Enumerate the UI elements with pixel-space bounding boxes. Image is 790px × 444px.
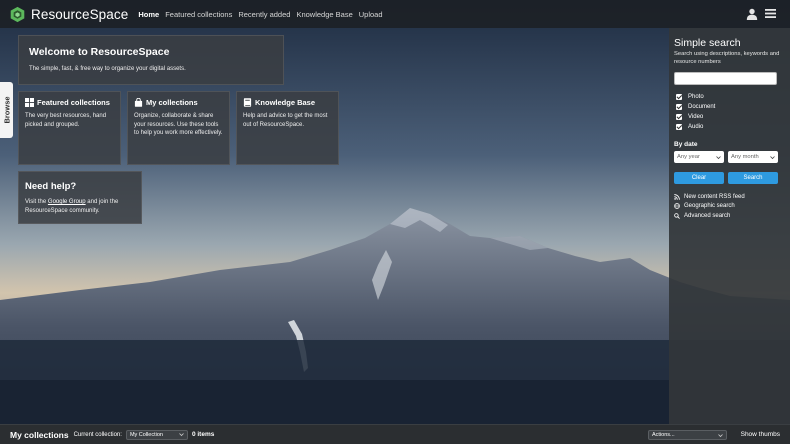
nav-home[interactable]: Home	[138, 10, 159, 19]
rss-feed-link[interactable]: New content RSS feed	[674, 192, 785, 202]
month-select-value: Any month	[731, 154, 759, 160]
nav-recently-added[interactable]: Recently added	[238, 10, 290, 19]
clear-button[interactable]: Clear	[674, 172, 724, 184]
welcome-panel: Welcome to ResourceSpace The simple, fas…	[18, 35, 284, 85]
rss-feed-label: New content RSS feed	[684, 193, 745, 200]
actions-select-value: Actions...	[652, 432, 675, 438]
my-collections-heading: My collections	[134, 98, 223, 107]
collection-bar: My collections Current collection: My Co…	[0, 424, 790, 444]
simple-search-description: Search using descriptions, keywords and …	[674, 51, 780, 65]
type-video-checkbox[interactable]: Video	[676, 112, 785, 122]
welcome-title: Welcome to ResourceSpace	[29, 46, 170, 58]
rss-icon	[674, 193, 680, 200]
geographic-search-label: Geographic search	[684, 203, 735, 210]
current-collection-select[interactable]: My Collection	[125, 429, 188, 440]
user-icon[interactable]	[746, 8, 758, 20]
collection-item-count: 0 items	[191, 431, 215, 438]
featured-collections-heading: Featured collections	[25, 98, 114, 107]
welcome-text: The simple, fast, & free way to organize…	[29, 66, 186, 72]
knowledge-base-text: Help and advice to get the most out of R…	[243, 113, 328, 128]
knowledge-base-tile[interactable]: Knowledge Base Help and advice to get th…	[236, 91, 339, 165]
date-selects: Any year Any month	[674, 151, 778, 163]
main-nav: Home Featured collections Recently added…	[138, 10, 388, 19]
checkbox-checked[interactable]	[676, 104, 682, 110]
menu-icon[interactable]	[765, 8, 776, 19]
browse-tab[interactable]: Browse	[0, 82, 13, 138]
chevron-down-icon	[718, 433, 723, 437]
browse-tab-label: Browse	[2, 96, 11, 124]
show-thumbs-toggle[interactable]: Show thumbs	[741, 431, 780, 438]
year-select[interactable]: Any year	[674, 151, 724, 163]
checkbox-checked[interactable]	[676, 114, 682, 120]
type-audio-label: Audio	[688, 124, 704, 130]
type-photo-label: Photo	[688, 94, 704, 100]
type-document-label: Document	[688, 104, 716, 110]
grid-icon	[25, 98, 34, 107]
type-document-checkbox[interactable]: Document	[676, 102, 785, 112]
featured-collections-title: Featured collections	[37, 98, 110, 107]
my-collections-tile[interactable]: My collections Organize, collaborate & s…	[127, 91, 230, 165]
my-collections-title: My collections	[146, 98, 198, 107]
type-video-label: Video	[688, 114, 704, 120]
knowledge-base-heading: Knowledge Base	[243, 98, 332, 107]
current-collection-label: Current collection:	[73, 431, 122, 438]
need-help-panel: Need help? Visit the Google Group and jo…	[18, 171, 142, 224]
simple-search-panel: Simple search Search using descriptions,…	[669, 28, 790, 424]
type-photo-checkbox[interactable]: Photo	[676, 92, 785, 102]
book-icon	[243, 98, 252, 107]
checkbox-checked[interactable]	[676, 124, 682, 130]
nav-upload[interactable]: Upload	[359, 10, 383, 19]
search-button[interactable]: Search	[728, 172, 778, 184]
advanced-search-link[interactable]: Advanced search	[674, 211, 785, 221]
google-group-link[interactable]: Google Group	[48, 199, 86, 205]
current-collection-value: My Collection	[129, 431, 163, 438]
geographic-search-link[interactable]: Geographic search	[674, 202, 785, 212]
actions-select[interactable]: Actions...	[648, 430, 727, 440]
search-buttons: Clear Search	[674, 172, 778, 184]
featured-collections-text: The very best resources, hand picked and…	[25, 113, 107, 128]
need-help-text-before: Visit the	[25, 199, 48, 205]
by-date-label: By date	[674, 141, 698, 148]
chevron-down-icon	[179, 433, 184, 437]
checkbox-checked[interactable]	[676, 94, 682, 100]
top-header: ResourceSpace Home Featured collections …	[0, 0, 790, 28]
nav-featured-collections[interactable]: Featured collections	[165, 10, 232, 19]
simple-search-title: Simple search	[674, 37, 741, 49]
knowledge-base-title: Knowledge Base	[255, 98, 316, 107]
logo-text: ResourceSpace	[31, 6, 129, 22]
search-input[interactable]	[674, 72, 777, 85]
year-select-value: Any year	[677, 154, 700, 160]
search-icon	[674, 212, 680, 219]
globe-icon	[674, 203, 680, 210]
logo[interactable]: ResourceSpace	[9, 6, 128, 23]
need-help-title: Need help?	[25, 181, 77, 192]
advanced-search-label: Advanced search	[684, 212, 731, 219]
shopping-bag-icon	[134, 98, 143, 107]
logo-icon	[10, 6, 25, 22]
chevron-down-icon	[770, 155, 775, 159]
need-help-text: Visit the Google Group and join the Reso…	[25, 198, 135, 215]
month-select[interactable]: Any month	[728, 151, 778, 163]
chevron-down-icon	[716, 155, 721, 159]
my-collections-bar-title[interactable]: My collections	[10, 430, 69, 440]
nav-knowledge-base[interactable]: Knowledge Base	[296, 10, 352, 19]
my-collections-text: Organize, collaborate & share your resou…	[134, 113, 223, 136]
type-audio-checkbox[interactable]: Audio	[676, 122, 785, 132]
featured-collections-tile[interactable]: Featured collections The very best resou…	[18, 91, 121, 165]
